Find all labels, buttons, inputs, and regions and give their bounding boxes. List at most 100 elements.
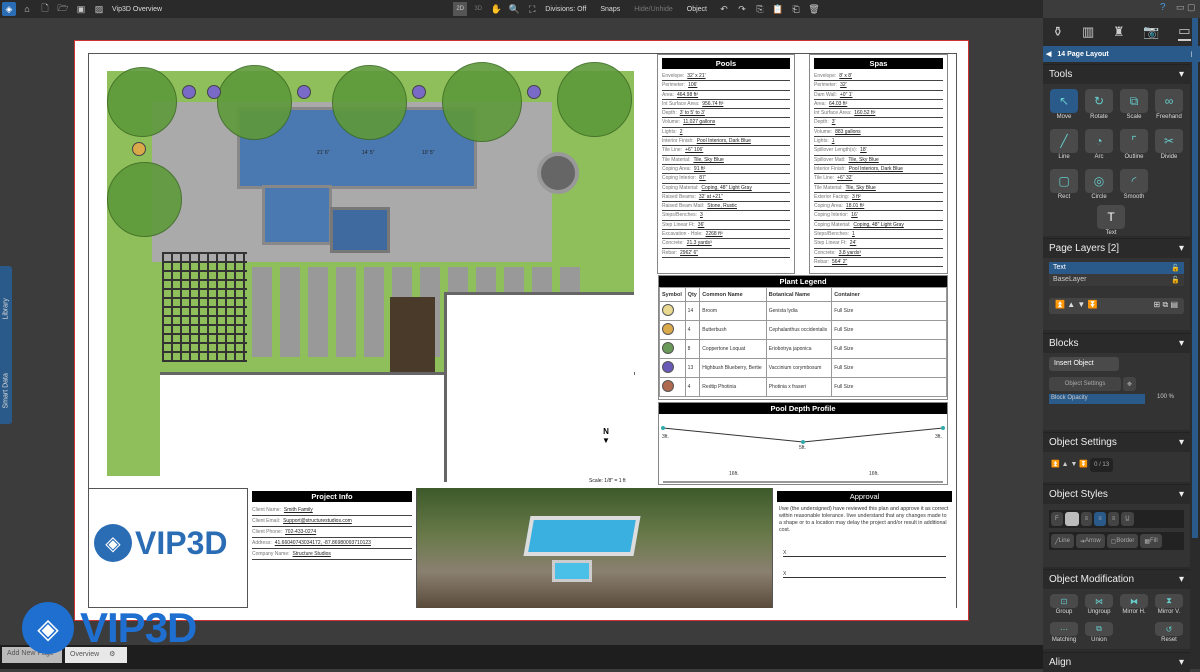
tool-rect[interactable]: ▢ Rect bbox=[1049, 169, 1079, 205]
mod-mirror-h-[interactable]: ⧓ Mirror H. bbox=[1119, 594, 1149, 622]
page-nav-label: 14 Page Layout bbox=[1057, 50, 1109, 58]
tools-header[interactable]: Tools ▾ bbox=[1043, 65, 1190, 84]
object-settings-button[interactable]: Object Settings bbox=[1049, 377, 1121, 391]
style-line-button[interactable]: ╱ Line bbox=[1051, 534, 1074, 548]
copy-icon[interactable]: ⎘ bbox=[753, 2, 767, 16]
zoom-icon[interactable]: 🔍 bbox=[507, 2, 521, 16]
move-down-icon[interactable]: ▼ bbox=[1077, 300, 1085, 309]
move-tool-icon: ↖ bbox=[1050, 89, 1078, 113]
mod-group[interactable]: ⊡ Group bbox=[1049, 594, 1079, 622]
unlock-icon[interactable]: 🔓 bbox=[1171, 264, 1180, 272]
circle-tool-icon: ◎ bbox=[1085, 169, 1113, 193]
color-swatch[interactable] bbox=[1064, 512, 1079, 526]
object-styles-header[interactable]: Object Styles ▾ bbox=[1043, 485, 1190, 504]
materials-icon[interactable]: ▥ bbox=[1082, 24, 1094, 40]
plant-common: Coppertone Loquat bbox=[699, 339, 767, 359]
gear-icon[interactable]: ⚙ bbox=[109, 651, 115, 658]
tool-freehand[interactable]: ∞ Freehand bbox=[1154, 89, 1184, 125]
redo-icon[interactable]: ↷ bbox=[735, 2, 749, 16]
camera-icon[interactable]: 📷 bbox=[1143, 24, 1159, 40]
style-border-button[interactable]: ▢ Border bbox=[1106, 534, 1139, 548]
tool-rotate[interactable]: ↻ Rotate bbox=[1084, 89, 1114, 125]
style-arrow-button[interactable]: ➔ Arrow bbox=[1075, 534, 1105, 548]
insert-object-button[interactable]: Insert Object bbox=[1049, 357, 1119, 371]
app-logo-icon[interactable]: ◈ bbox=[2, 2, 16, 16]
tool-outline[interactable]: ⌜ Outline bbox=[1119, 129, 1149, 165]
home-icon[interactable]: ⌂ bbox=[20, 2, 34, 16]
style-fill-button[interactable]: ▦ Fill bbox=[1140, 534, 1162, 548]
move-top-icon[interactable]: ⏫ bbox=[1055, 300, 1065, 309]
tool-scale[interactable]: ⧉ Scale bbox=[1119, 89, 1149, 125]
align-header[interactable]: Align ▾ bbox=[1043, 653, 1190, 672]
tool-smooth[interactable]: ◜ Smooth bbox=[1119, 169, 1149, 205]
hide-unhide-toggle[interactable]: Hide/Unhide bbox=[634, 6, 673, 13]
mod-union[interactable]: ⧉ Union bbox=[1084, 622, 1114, 650]
pools-row: Concrete: 21.3 yards³ bbox=[662, 239, 790, 249]
move-bottom-icon[interactable]: ⏬ bbox=[1088, 300, 1098, 309]
tool-line[interactable]: ╱ Line bbox=[1049, 129, 1079, 165]
figure-icon[interactable]: ♜ bbox=[1113, 24, 1125, 40]
underline-icon[interactable]: U̲ bbox=[1121, 512, 1134, 526]
block-opacity-slider[interactable]: Block Opacity 100 % bbox=[1049, 394, 1184, 404]
signature-line[interactable]: X bbox=[783, 550, 946, 557]
open-folder-icon[interactable]: 🗁 bbox=[56, 2, 70, 16]
plant-qty: 4 bbox=[684, 320, 701, 340]
add-new-page-tab[interactable]: Add New Page bbox=[2, 647, 62, 663]
site-plan[interactable]: 21' 6" 14' 5" 10' 5" N ▼ Scale: 1/8" = 1 … bbox=[92, 57, 644, 485]
object-toggle[interactable]: Object bbox=[687, 6, 707, 13]
tool-divide[interactable]: ✂ Divide bbox=[1154, 129, 1184, 165]
pan-hand-icon[interactable]: ✋ bbox=[489, 2, 503, 16]
delete-icon[interactable]: 🗑 bbox=[807, 2, 821, 16]
tool-arc[interactable]: ◔ Arc bbox=[1084, 129, 1114, 165]
layout-icon[interactable]: ▭ bbox=[1178, 23, 1191, 41]
tool-circle[interactable]: ◎ Circle bbox=[1084, 169, 1114, 205]
layer-settings-icon[interactable]: ▤ bbox=[1170, 300, 1178, 309]
object-settings-header[interactable]: Object Settings ▾ bbox=[1043, 433, 1190, 452]
tool-label: Scale bbox=[1126, 114, 1142, 120]
unlock-icon[interactable]: 🔓 bbox=[1171, 276, 1180, 284]
save-icon[interactable]: ▣ bbox=[74, 2, 88, 16]
align-right-icon[interactable]: ≡ bbox=[1107, 512, 1120, 526]
tool-move[interactable]: ↖ Move bbox=[1049, 89, 1079, 125]
layer-item-baselayer[interactable]: BaseLayer 🔓 bbox=[1049, 274, 1184, 286]
duplicate-icon[interactable]: ⎗ bbox=[789, 2, 803, 16]
modification-header[interactable]: Object Modification ▾ bbox=[1043, 570, 1190, 589]
mod-ungroup[interactable]: ⋈ Ungroup bbox=[1084, 594, 1114, 622]
help-icon[interactable]: ? bbox=[1160, 2, 1166, 13]
view-3d-button[interactable]: 3D bbox=[471, 2, 485, 16]
object-pick-icon[interactable]: ✥ bbox=[1123, 377, 1137, 391]
signature-line[interactable]: X bbox=[783, 571, 946, 578]
add-layer-icon[interactable]: ⊞ bbox=[1154, 300, 1161, 309]
divisions-toggle[interactable]: Divisions: Off bbox=[545, 6, 586, 13]
plant-symbol-icon bbox=[662, 342, 674, 354]
undo-icon[interactable]: ↶ bbox=[717, 2, 731, 16]
tool-text[interactable]: T Text bbox=[1096, 205, 1126, 241]
font-button[interactable]: F bbox=[1051, 512, 1063, 526]
layer-item-text[interactable]: Text 🔓 bbox=[1049, 262, 1184, 274]
paste-icon[interactable]: 📋 bbox=[771, 2, 785, 16]
overview-tab[interactable]: Overview ⚙ bbox=[65, 647, 127, 663]
mod-reset[interactable]: ↺ Reset bbox=[1154, 622, 1184, 650]
align-center-icon[interactable]: ≡ bbox=[1094, 512, 1106, 526]
fit-view-icon[interactable]: ⛶ bbox=[525, 2, 539, 16]
prev-arrow-icon[interactable]: ◀ bbox=[1046, 50, 1051, 58]
duplicate-layer-icon[interactable]: ⧉ bbox=[1162, 300, 1168, 309]
mod-mirror-v-[interactable]: ⧗ Mirror V. bbox=[1154, 594, 1184, 622]
blocks-header[interactable]: Blocks ▾ bbox=[1043, 334, 1190, 353]
order-top-icon[interactable]: ⏫ bbox=[1051, 461, 1060, 468]
move-up-icon[interactable]: ▲ bbox=[1067, 300, 1075, 309]
layers-header[interactable]: Page Layers [2] ▾ bbox=[1043, 239, 1190, 258]
view-2d-button[interactable]: 2D bbox=[453, 2, 468, 16]
panel-scrollbar[interactable] bbox=[1192, 18, 1198, 538]
mod-matching[interactable]: ⋯ Matching bbox=[1049, 622, 1079, 650]
smart-data-tab[interactable]: Smart Data bbox=[3, 361, 10, 408]
new-file-icon[interactable]: 🗋 bbox=[38, 2, 52, 16]
snaps-toggle[interactable]: Snaps bbox=[600, 6, 620, 13]
row-label: Coping Interior: bbox=[814, 212, 849, 219]
bottle-icon[interactable]: ⚱ bbox=[1052, 24, 1063, 40]
library-tab[interactable]: Library bbox=[3, 284, 10, 319]
image-icon[interactable]: ▨ bbox=[92, 2, 106, 16]
page-nav[interactable]: ◀14 Page Layout▶ bbox=[1043, 46, 1200, 62]
row-label: Coping Interior: bbox=[662, 175, 697, 182]
align-left-icon[interactable]: ≡ bbox=[1080, 512, 1093, 526]
